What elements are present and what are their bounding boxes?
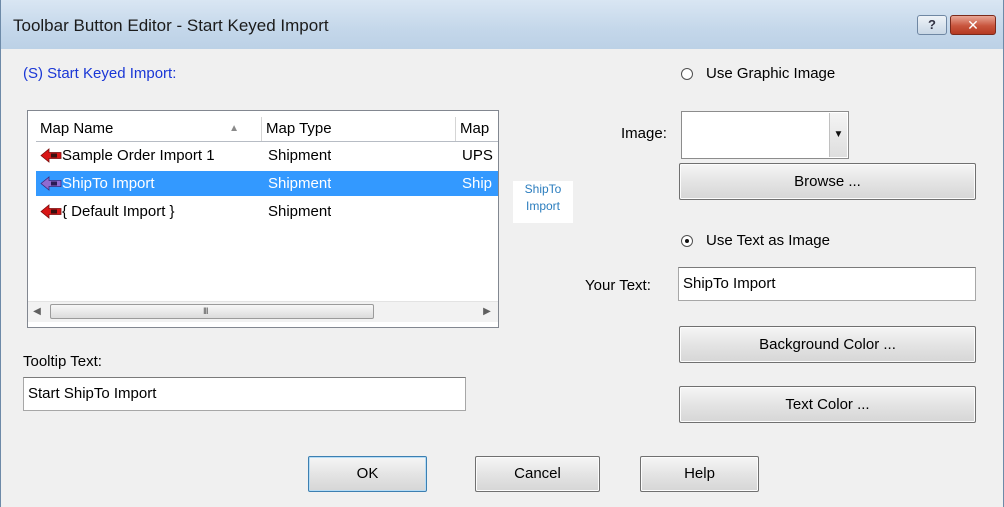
scrollbar-thumb[interactable]: III	[50, 304, 374, 319]
help-question-icon[interactable]: ?	[917, 15, 947, 35]
map-name-cell: ShipTo Import	[62, 175, 155, 192]
close-icon[interactable]: ✕	[950, 15, 996, 35]
sort-ascending-icon: ▲	[229, 123, 239, 134]
map-cell: Ship	[462, 175, 493, 192]
red-arrow-map-icon	[40, 204, 62, 219]
browse-button[interactable]: Browse ...	[679, 163, 976, 200]
column-header-label: Map Type	[266, 120, 332, 137]
list-item[interactable]: Sample Order Import 1 Shipment UPS	[36, 143, 498, 168]
chevron-down-icon[interactable]: ▼	[829, 113, 847, 157]
grip-icon: III	[203, 306, 208, 316]
column-header-map-type[interactable]: Map Type	[262, 117, 456, 141]
use-graphic-image-label[interactable]: Use Graphic Image	[706, 65, 835, 82]
map-name-cell: { Default Import }	[62, 203, 175, 220]
use-text-as-image-label[interactable]: Use Text as Image	[706, 232, 830, 249]
preview-line: ShipTo	[524, 182, 562, 196]
window-title: Toolbar Button Editor - Start Keyed Impo…	[13, 16, 329, 35]
scroll-right-icon[interactable]: ▶	[478, 302, 496, 322]
list-item-selected[interactable]: ShipTo Import Shipment Ship	[36, 171, 498, 196]
column-header-label: Map Name	[40, 120, 114, 137]
image-label: Image:	[621, 125, 667, 142]
preview-line: Import	[525, 199, 560, 213]
button-preview: ShipTo Import	[513, 181, 573, 223]
ok-button[interactable]: OK	[308, 456, 427, 492]
map-type-cell: Shipment	[268, 203, 332, 220]
your-text-label: Your Text:	[585, 277, 651, 294]
use-text-as-image-radio[interactable]	[681, 235, 693, 247]
image-select[interactable]: ▼	[681, 111, 849, 159]
map-cell: UPS	[462, 147, 493, 164]
map-name-cell: Sample Order Import 1	[62, 147, 215, 164]
list-header: Map Name ▲ Map Type Map	[36, 117, 498, 142]
map-cell	[462, 199, 498, 224]
scroll-left-icon[interactable]: ◀	[28, 302, 46, 322]
cancel-button[interactable]: Cancel	[475, 456, 600, 492]
background-color-button[interactable]: Background Color ...	[679, 326, 976, 363]
column-header-label: Map	[460, 120, 490, 137]
horizontal-scrollbar[interactable]: ◀ III ▶	[28, 301, 498, 322]
map-type-cell: Shipment	[268, 147, 332, 164]
map-list[interactable]: Map Name ▲ Map Type Map Sample Order Imp…	[27, 110, 499, 328]
section-heading: (S) Start Keyed Import:	[23, 65, 177, 82]
dialog-window: Toolbar Button Editor - Start Keyed Impo…	[0, 0, 1004, 507]
title-bar[interactable]: Toolbar Button Editor - Start Keyed Impo…	[1, 0, 1003, 49]
column-header-map-name[interactable]: Map Name ▲	[36, 117, 262, 141]
list-item[interactable]: { Default Import } Shipment	[36, 199, 498, 224]
text-color-button[interactable]: Text Color ...	[679, 386, 976, 423]
your-text-input[interactable]: ShipTo Import	[678, 267, 976, 301]
tooltip-input[interactable]: Start ShipTo Import	[23, 377, 466, 411]
tooltip-label: Tooltip Text:	[23, 353, 102, 370]
map-type-cell: Shipment	[268, 175, 332, 192]
help-button[interactable]: Help	[640, 456, 759, 492]
use-graphic-image-radio[interactable]	[681, 68, 693, 80]
red-arrow-map-icon	[40, 176, 62, 191]
red-arrow-map-icon	[40, 148, 62, 163]
column-header-map[interactable]: Map	[456, 117, 498, 141]
